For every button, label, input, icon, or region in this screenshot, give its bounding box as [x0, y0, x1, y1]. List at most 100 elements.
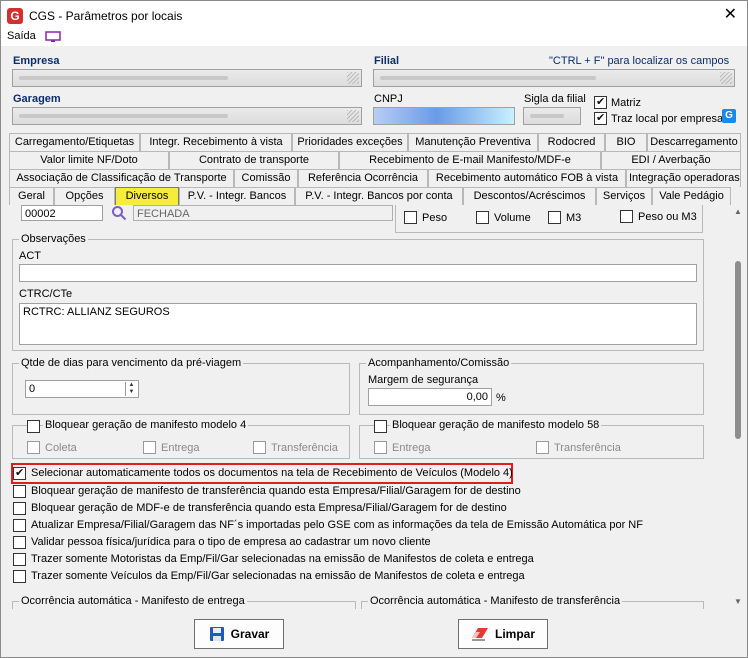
tipo-calculo-group: Peso Volume M3 Peso ou M3	[395, 205, 703, 233]
cnpj-field[interactable]	[373, 107, 515, 125]
tab-rodocred[interactable]: Rodocred	[538, 133, 605, 151]
g-logo-icon[interactable]: G	[722, 109, 736, 123]
option-label-6: Trazer somente Veículos da Emp/Fil/Gar s…	[31, 570, 525, 582]
close-icon[interactable]: ✕	[724, 6, 737, 24]
title-bar: G CGS - Parâmetros por locais ✕	[1, 1, 747, 31]
scroll-thumb[interactable]	[735, 261, 741, 439]
ctrc-textarea[interactable]: RCTRC: ALLIANZ SEGUROS	[19, 303, 697, 345]
scroll-down-icon[interactable]: ▼	[731, 595, 745, 609]
tab-pv-integr[interactable]: P.V. - Integr. Bancos	[179, 187, 295, 205]
traz-local-checkbox[interactable]	[594, 111, 607, 125]
modelo58-title: Bloquear geração de manifesto modelo 58	[390, 419, 602, 431]
tab-opcoes[interactable]: Opções	[54, 187, 115, 205]
option-label-4: Validar pessoa física/jurídica para o ti…	[31, 536, 431, 548]
tab-manutencao[interactable]: Manutenção Preventiva	[408, 133, 538, 151]
code-field[interactable]: 00002	[21, 205, 103, 221]
gravar-label: Gravar	[230, 627, 270, 641]
main-window: G CGS - Parâmetros por locais ✕ Saída Em…	[0, 0, 748, 658]
qtde-dias-value: 0	[29, 383, 36, 395]
tab-integracao[interactable]: Integração operadoras	[626, 169, 741, 187]
tab-pv-integr-conta[interactable]: P.V. - Integr. Bancos por conta	[295, 187, 463, 205]
transferencia58-checkbox[interactable]	[536, 441, 549, 454]
tab-descarregamento[interactable]: Descarregamento	[647, 133, 741, 151]
m3-checkbox[interactable]	[548, 211, 561, 224]
tab-associacao[interactable]: Associação de Classificação de Transport…	[9, 169, 234, 187]
option-label-1: Bloquear geração de manifesto de transfe…	[31, 485, 521, 497]
monitor-icon[interactable]	[45, 31, 61, 43]
sigla-label: Sigla da filial	[524, 93, 586, 105]
traz-local-label: Traz local por empresa	[611, 113, 724, 125]
volume-checkbox[interactable]	[476, 211, 489, 224]
modelo58-checkbox[interactable]	[374, 420, 387, 433]
m3-label: M3	[566, 212, 582, 224]
option-checkbox-2[interactable]	[13, 502, 26, 515]
filial-field[interactable]	[373, 69, 735, 87]
ocorrencia-transferencia-title: Ocorrência automática - Manifesto de tra…	[368, 595, 623, 607]
status-field: FECHADA	[133, 205, 393, 221]
tab-edi[interactable]: EDI / Averbação	[601, 151, 741, 169]
option-checkbox-5[interactable]	[13, 553, 26, 566]
ctrc-label: CTRC/CTe	[19, 288, 73, 300]
tab-bio[interactable]: BIO	[605, 133, 647, 151]
option-checkbox-4[interactable]	[13, 536, 26, 549]
limpar-label: Limpar	[494, 627, 535, 641]
garagem-field[interactable]	[12, 107, 362, 125]
empresa-field[interactable]	[12, 69, 362, 87]
coleta-label: Coleta	[45, 442, 77, 454]
empresa-label: Empresa	[13, 55, 60, 67]
qtde-dias-input[interactable]: 0 ▲ ▼	[25, 380, 139, 398]
matriz-checkbox[interactable]	[594, 95, 607, 109]
menu-saida[interactable]: Saída	[7, 30, 36, 42]
qtde-dias-group: Qtde de dias para vencimento da pré-viag…	[12, 357, 350, 415]
spinner-icon[interactable]: ▲ ▼	[125, 382, 137, 396]
app-logo-icon: G	[7, 8, 23, 24]
tab-diversos[interactable]: Diversos	[115, 187, 179, 205]
tab-servicos[interactable]: Serviços	[596, 187, 652, 205]
tab-descontos[interactable]: Descontos/Acréscimos	[463, 187, 596, 205]
gravar-button[interactable]: Gravar	[194, 619, 284, 649]
act-input[interactable]	[19, 264, 697, 282]
ocorrencia-transferencia-group: Ocorrência automática - Manifesto de tra…	[361, 595, 704, 609]
search-icon[interactable]	[111, 205, 127, 221]
option-label-2: Bloquear geração de MDF-e de transferênc…	[31, 502, 507, 514]
tab-integr-recebimento[interactable]: Integr. Recebimento à vista	[140, 133, 292, 151]
diversos-panel: 00002 FECHADA Peso Volume M3 Peso ou M3 …	[9, 205, 731, 609]
tab-contrato[interactable]: Contrato de transporte	[169, 151, 339, 169]
peso-ou-m3-checkbox[interactable]	[620, 210, 633, 223]
window-title: CGS - Parâmetros por locais	[29, 9, 183, 23]
transferencia58-label: Transferência	[554, 442, 621, 454]
tab-row-2: Valor limite NF/Doto Contrato de transpo…	[9, 151, 741, 169]
acompanhamento-group: Acompanhamento/Comissão Margem de segura…	[359, 357, 704, 415]
peso-checkbox[interactable]	[404, 211, 417, 224]
coleta-checkbox[interactable]	[27, 441, 40, 454]
tab-carregamento[interactable]: Carregamento/Etiquetas	[9, 133, 140, 151]
garagem-label: Garagem	[13, 93, 61, 105]
option-checkbox-6[interactable]	[13, 570, 26, 583]
tab-prioridades[interactable]: Prioridades exceções	[292, 133, 408, 151]
margem-input[interactable]: 0,00	[368, 388, 492, 406]
margem-label: Margem de segurança	[368, 374, 479, 386]
tab-referencia[interactable]: Referência Ocorrência	[298, 169, 428, 187]
menu-bar: Saída	[1, 30, 747, 46]
scroll-up-icon[interactable]: ▲	[731, 205, 745, 219]
modelo4-checkbox[interactable]	[27, 420, 40, 433]
tab-vale-pedagio[interactable]: Vale Pedágio	[652, 187, 731, 205]
limpar-button[interactable]: Limpar	[458, 619, 548, 649]
entrega58-checkbox[interactable]	[374, 441, 387, 454]
entrega4-checkbox[interactable]	[143, 441, 156, 454]
option-checkbox-1[interactable]	[13, 485, 26, 498]
sigla-field[interactable]	[523, 107, 581, 125]
cnpj-label: CNPJ	[374, 93, 403, 105]
option-checkbox-0[interactable]	[13, 466, 26, 480]
tab-valor-limite[interactable]: Valor limite NF/Doto	[9, 151, 169, 169]
tab-comissao[interactable]: Comissão	[234, 169, 298, 187]
footer: Gravar Limpar	[1, 609, 747, 657]
tab-recebimento-email[interactable]: Recebimento de E-mail Manifesto/MDF-e	[339, 151, 601, 169]
matriz-label: Matriz	[611, 97, 641, 109]
tab-geral[interactable]: Geral	[9, 187, 54, 205]
transferencia4-checkbox[interactable]	[253, 441, 266, 454]
option-checkbox-3[interactable]	[13, 519, 26, 532]
tab-recebimento-fob[interactable]: Recebimento automático FOB à vista	[428, 169, 626, 187]
vertical-scrollbar[interactable]: ▲ ▼	[731, 205, 745, 609]
filial-label: Filial	[374, 55, 400, 67]
